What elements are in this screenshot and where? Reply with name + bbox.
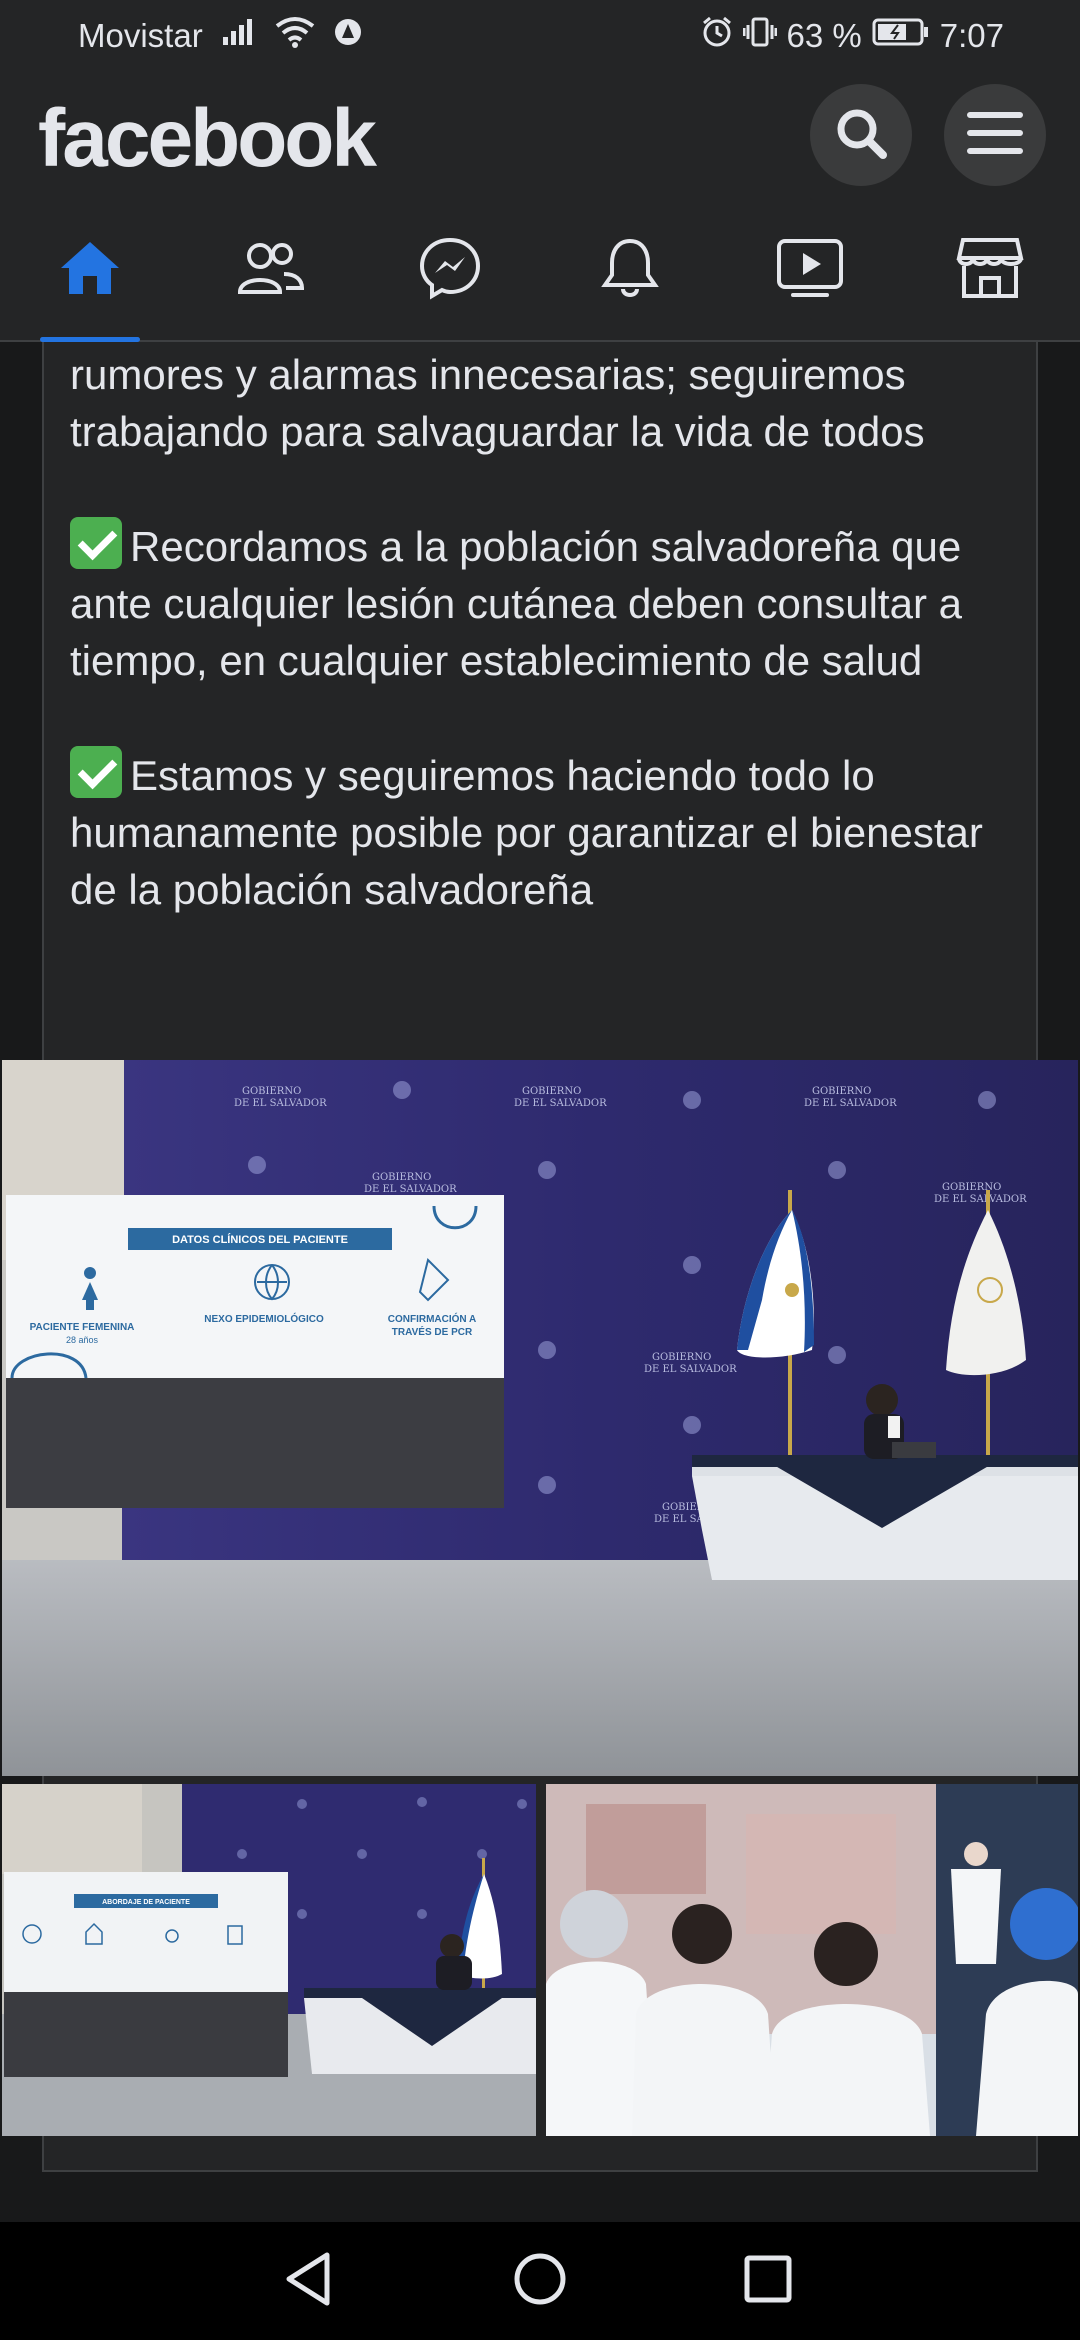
- data-saver-icon: [333, 17, 363, 55]
- backdrop-text: GOBIERNO: [812, 1086, 871, 1097]
- backdrop-text: GOBIERNO: [242, 1086, 301, 1097]
- post-paragraph: Recordamos a la población salvadoreña qu…: [70, 517, 1030, 689]
- search-icon: [833, 105, 889, 166]
- post-photo-main[interactable]: GOBIERNO DE EL SALVADOR GOBIERNO DE EL S…: [2, 1060, 1078, 1776]
- backdrop-text: DE EL SALVADOR: [934, 1194, 1027, 1205]
- screen-item: NEXO EPIDEMIOLÓGICO: [204, 1312, 324, 1325]
- wifi-icon: [275, 16, 315, 56]
- backdrop-text: GOBIERNO: [942, 1182, 1001, 1193]
- tab-marketplace[interactable]: [900, 200, 1080, 340]
- status-bar: Movistar 63 % 7:07: [0, 0, 1080, 72]
- menu-button[interactable]: [944, 84, 1046, 186]
- check-mark-icon: [70, 746, 122, 798]
- signal-icon: [221, 17, 257, 55]
- backdrop-text: DE EL SALVADOR: [364, 1184, 457, 1195]
- carrier-name: Movistar: [78, 17, 203, 54]
- recents-button[interactable]: [728, 2246, 808, 2316]
- tab-bar: [0, 200, 1080, 342]
- back-triangle-icon: [283, 2251, 333, 2312]
- backdrop-text: DE EL SALVADOR: [804, 1098, 897, 1109]
- screen-item: TRAVÉS DE PCR: [392, 1325, 473, 1338]
- check-mark-icon: [70, 517, 122, 569]
- post-paragraph: Estamos y seguiremos haciendo todo lo hu…: [70, 746, 1030, 918]
- battery-percent: 63 %: [786, 17, 862, 54]
- screen-title: DATOS CLÍNICOS DEL PACIENTE: [172, 1233, 348, 1246]
- screen-item: CONFIRMACIÓN A: [388, 1312, 477, 1325]
- home-icon: [57, 238, 123, 303]
- screen-item: PACIENTE FEMENINA: [30, 1322, 135, 1333]
- facebook-logo[interactable]: facebook: [38, 92, 377, 186]
- post-photo-tertiary[interactable]: [546, 1784, 1078, 2136]
- shop-icon: [955, 236, 1025, 305]
- post-paragraph: rumores y alarmas innecesarias; seguirem…: [70, 351, 925, 455]
- messenger-icon: [417, 235, 483, 306]
- tab-friends[interactable]: [180, 200, 360, 340]
- backdrop-text: DE EL SALVADOR: [644, 1364, 737, 1375]
- bell-icon: [599, 235, 661, 306]
- recents-square-icon: [743, 2254, 793, 2309]
- hamburger-menu-icon: [966, 108, 1024, 163]
- backdrop-text: DE EL SALVADOR: [514, 1098, 607, 1109]
- vibrate-icon: [742, 16, 778, 56]
- tab-messenger[interactable]: [360, 200, 540, 340]
- tab-notifications[interactable]: [540, 200, 720, 340]
- battery-icon: [872, 17, 930, 55]
- back-button[interactable]: [268, 2246, 348, 2316]
- backdrop-text: GOBIERNO: [652, 1352, 711, 1363]
- backdrop-text: DE EL SALVADOR: [234, 1098, 327, 1109]
- screen-item-sub: 28 años: [66, 1335, 99, 1345]
- news-feed[interactable]: rumores y alarmas innecesarias; seguirem…: [0, 342, 1080, 2222]
- app-header: facebook: [0, 72, 1080, 200]
- friends-icon: [234, 238, 306, 303]
- backdrop-text: GOBIERNO: [372, 1172, 431, 1183]
- home-circle-icon: [512, 2251, 568, 2312]
- backdrop-text: GOBIERNO: [522, 1086, 581, 1097]
- post-text: rumores y alarmas innecesarias; seguirem…: [70, 346, 1030, 918]
- alarm-icon: [701, 16, 733, 56]
- home-button[interactable]: [500, 2246, 580, 2316]
- screen-title: ABORDAJE DE PACIENTE: [102, 1899, 190, 1906]
- search-button[interactable]: [810, 84, 912, 186]
- clock: 7:07: [939, 17, 1004, 54]
- video-icon: [775, 237, 845, 304]
- tab-watch[interactable]: [720, 200, 900, 340]
- tab-home[interactable]: [0, 200, 180, 342]
- system-nav-bar: [0, 2222, 1080, 2340]
- post-photo-secondary[interactable]: ABORDAJE DE PACIENTE: [2, 1784, 536, 2136]
